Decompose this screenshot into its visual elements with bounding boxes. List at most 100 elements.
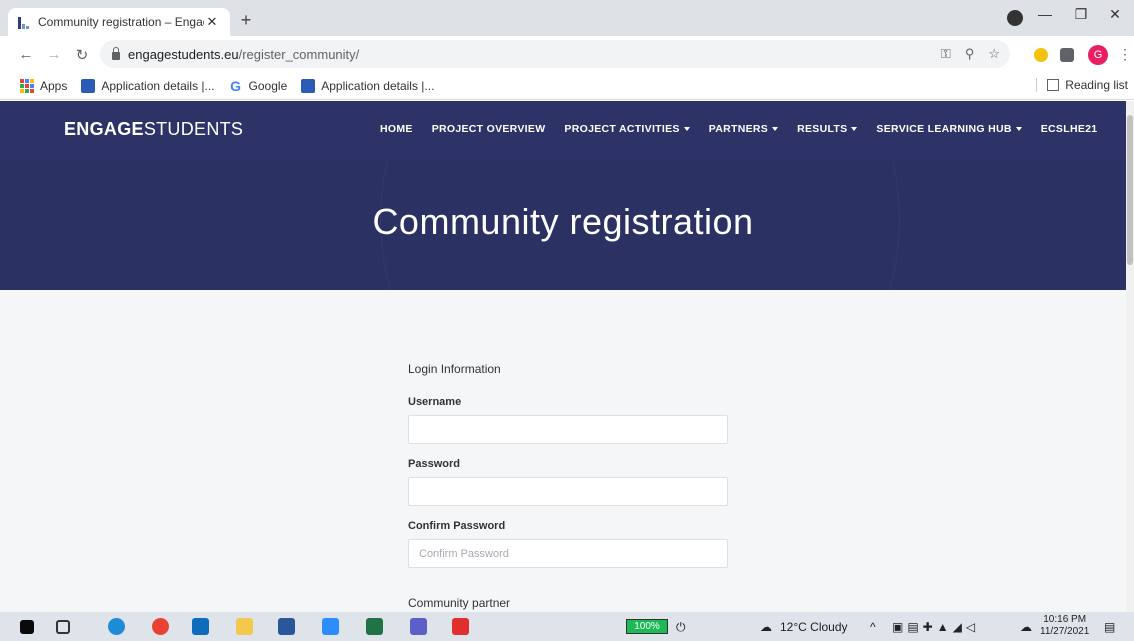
page-content: Login Information Username Password Conf… <box>0 290 1126 612</box>
clock-time: 10:16 PM <box>1043 614 1087 625</box>
nav-ecslhe21[interactable]: ECSLHE21 <box>1041 123 1098 135</box>
scrollbar-thumb[interactable] <box>1127 115 1133 265</box>
bookmarks-bar: Apps Application details |... G Google A… <box>0 72 1134 100</box>
nav-service-learning-hub[interactable]: SERVICE LEARNING HUB <box>876 123 1022 135</box>
outlook-icon[interactable] <box>192 618 209 635</box>
maximize-icon[interactable]: ❐ <box>1066 6 1096 23</box>
power-icon: ⏻ <box>676 620 686 634</box>
logo-bold: ENGAGE <box>64 119 144 139</box>
address-bar-row: ← → ↻ engagestudents.eu/register_communi… <box>0 36 1134 72</box>
notifications-icon[interactable]: ▤ <box>1104 620 1115 634</box>
caret-down-icon <box>1015 127 1022 132</box>
eu-flag-icon <box>81 78 96 93</box>
caret-down-icon <box>683 127 690 132</box>
file-explorer-icon[interactable] <box>236 618 253 635</box>
username-label: Username <box>408 396 462 408</box>
chrome-icon[interactable] <box>152 618 169 635</box>
url-path: /register_community/ <box>238 46 360 62</box>
nav-results[interactable]: RESULTS <box>797 123 858 135</box>
site-navbar: ENGAGESTUDENTS HOME PROJECT OVERVIEW PRO… <box>0 101 1126 159</box>
bookmark-label: Application details |... <box>101 78 215 93</box>
bookmark-star-icon[interactable]: ☆ <box>988 46 1000 62</box>
password-label: Password <box>408 458 460 470</box>
tab-title: Community registration – Engag <box>38 15 204 29</box>
lock-icon <box>112 47 120 60</box>
browser-tab[interactable]: Community registration – Engag ✕ <box>8 8 230 36</box>
bookmark-apps[interactable]: Apps <box>20 78 68 93</box>
bookmark-application-details-1[interactable]: Application details |... <box>81 78 215 93</box>
zoom-app-icon[interactable] <box>322 618 339 635</box>
reload-icon[interactable]: ↻ <box>72 46 92 64</box>
acrobat-icon[interactable] <box>452 618 469 635</box>
nav-label: RESULTS <box>797 123 848 135</box>
apps-icon <box>20 78 34 93</box>
weather-icon[interactable]: ☁ <box>760 620 772 634</box>
system-tray-icons[interactable]: ▣▤✚▲◢◁ <box>892 620 979 634</box>
nav-label: PROJECT OVERVIEW <box>431 123 546 135</box>
puzzle-extensions-icon[interactable] <box>1060 48 1074 62</box>
avatar[interactable]: G <box>1088 45 1108 65</box>
onedrive-icon[interactable]: ☁ <box>1020 620 1032 634</box>
bookmark-label: Google <box>248 78 288 93</box>
close-window-icon[interactable]: ✕ <box>1100 6 1130 23</box>
windows-start-icon[interactable] <box>20 620 34 634</box>
nav-project-activities[interactable]: PROJECT ACTIVITIES <box>564 123 690 135</box>
clock-date: 11/27/2021 <box>1040 626 1090 637</box>
task-view-icon[interactable] <box>56 620 70 634</box>
password-input[interactable] <box>408 477 728 506</box>
word-icon[interactable] <box>278 618 295 635</box>
extension-icon[interactable] <box>1034 48 1048 62</box>
bookmark-google[interactable]: G Google <box>229 77 288 94</box>
caret-down-icon <box>851 127 858 132</box>
browser-tab-strip: Community registration – Engag ✕ + — ❐ ✕ <box>0 0 1134 36</box>
key-icon[interactable]: ⚿ <box>941 46 951 62</box>
taskbar-clock[interactable]: 10:16 PM 11/27/2021 <box>1040 614 1089 638</box>
minimize-icon[interactable]: — <box>1030 6 1060 22</box>
site-logo[interactable]: ENGAGESTUDENTS <box>64 119 243 140</box>
new-tab-button[interactable]: + <box>236 10 256 30</box>
google-icon: G <box>230 77 241 94</box>
tab-close-icon[interactable]: ✕ <box>204 14 220 30</box>
profile-menu-icon[interactable] <box>1007 10 1023 26</box>
nav-project-overview[interactable]: PROJECT OVERVIEW <box>432 123 546 135</box>
section-title-community-partner: Community partner <box>408 596 511 610</box>
nav-label: ECSLHE21 <box>1040 123 1098 135</box>
site-favicon-icon <box>18 15 32 29</box>
windows-taskbar: 100% ⏻ ☁ 12°C Cloudy ^ ▣▤✚▲◢◁ ☁ 10:16 PM… <box>0 612 1134 641</box>
forward-icon[interactable]: → <box>44 46 64 63</box>
edge-icon[interactable] <box>108 618 125 635</box>
reading-list-label: Reading list <box>1065 78 1128 92</box>
caret-down-icon <box>772 127 779 132</box>
eu-flag-icon <box>301 78 316 93</box>
kebab-menu-icon[interactable]: ⋮ <box>1118 46 1132 63</box>
chevron-up-icon[interactable]: ^ <box>870 620 876 634</box>
nav-label: SERVICE LEARNING HUB <box>876 123 1012 135</box>
main-menu: HOME PROJECT OVERVIEW PROJECT ACTIVITIES… <box>380 123 1116 135</box>
confirm-password-label: Confirm Password <box>408 520 506 532</box>
teams-icon[interactable] <box>410 618 427 635</box>
reading-list-icon <box>1047 79 1060 91</box>
page-scrollbar[interactable] <box>1126 101 1134 612</box>
bookmark-label: Application details |... <box>321 78 435 93</box>
battery-indicator[interactable]: 100% <box>626 619 668 634</box>
section-title: Login Information <box>408 362 501 376</box>
confirm-password-input[interactable] <box>408 539 728 568</box>
nav-partners[interactable]: PARTNERS <box>708 123 779 135</box>
url-host: engagestudents.eu <box>128 46 239 62</box>
zoom-icon[interactable]: ⚲ <box>965 46 975 62</box>
bookmark-application-details-2[interactable]: Application details |... <box>301 78 435 93</box>
page-hero: Community registration <box>0 159 1126 290</box>
weather-text[interactable]: 12°C Cloudy <box>780 620 848 634</box>
back-icon[interactable]: ← <box>16 46 36 63</box>
nav-label: HOME <box>380 123 413 135</box>
username-input[interactable] <box>408 415 728 444</box>
excel-icon[interactable] <box>366 618 383 635</box>
page-title: Community registration <box>372 201 754 242</box>
nav-home[interactable]: HOME <box>380 123 413 135</box>
nav-label: PROJECT ACTIVITIES <box>564 123 680 135</box>
bookmark-label: Apps <box>40 78 68 93</box>
url-input[interactable]: engagestudents.eu/register_community/ ⚿ … <box>100 40 1010 68</box>
reading-list-button[interactable]: Reading list <box>1036 78 1128 92</box>
logo-light: STUDENTS <box>143 119 244 139</box>
nav-label: PARTNERS <box>708 123 769 135</box>
